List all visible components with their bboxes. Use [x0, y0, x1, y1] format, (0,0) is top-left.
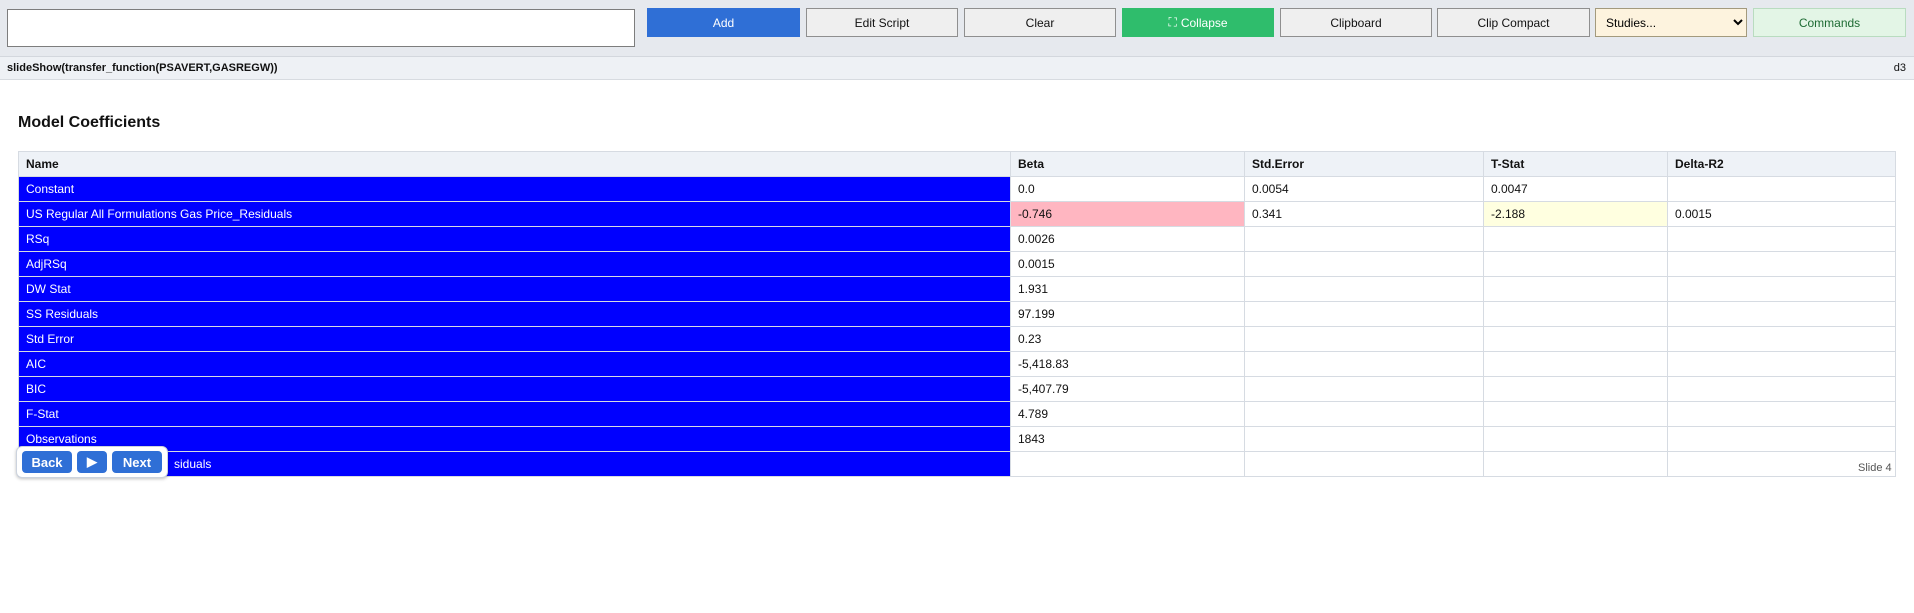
clear-button[interactable]: Clear — [964, 8, 1116, 37]
header-beta: Beta — [1010, 151, 1245, 177]
row-name-cell: DW Stat — [18, 276, 1011, 302]
delta-r2-cell — [1667, 226, 1896, 252]
edit-script-button[interactable]: Edit Script — [806, 8, 958, 37]
beta-cell: 0.23 — [1010, 326, 1245, 352]
table-row: AdjRSq 0.0015 — [18, 251, 1896, 277]
std-error-cell — [1244, 376, 1484, 402]
collapse-button[interactable]: ⛶ Collapse — [1122, 8, 1274, 37]
row-name-cell: SS Residuals — [18, 301, 1011, 327]
row-name-cell: Constant — [18, 176, 1011, 202]
delta-r2-cell — [1667, 401, 1896, 427]
collapse-arrows-icon: ⛶ — [1168, 15, 1177, 29]
row-name-cell: BIC — [18, 376, 1011, 402]
std-error-cell: 0.341 — [1244, 201, 1484, 227]
table-row: Constant 0.0 0.0054 0.0047 — [18, 176, 1896, 202]
play-button[interactable]: ▶ — [77, 451, 107, 473]
t-stat-cell — [1483, 251, 1668, 277]
row-name-cell: AIC — [18, 351, 1011, 377]
t-stat-cell: -2.188 — [1483, 201, 1668, 227]
header-std-error: Std.Error — [1244, 151, 1484, 177]
script-id: d3 — [1893, 62, 1906, 74]
row-name-cell: RSq — [18, 226, 1011, 252]
delta-r2-cell — [1667, 376, 1896, 402]
studies-select[interactable]: Studies... — [1595, 8, 1747, 37]
script-bar: slideShow(transfer_function(PSAVERT,GASR… — [0, 57, 1914, 80]
row-name-cell: US Regular All Formulations Gas Price_Re… — [18, 201, 1011, 227]
next-button[interactable]: Next — [112, 451, 162, 473]
std-error-cell — [1244, 401, 1484, 427]
header-name: Name — [18, 151, 1011, 177]
commands-button[interactable]: Commands — [1753, 8, 1906, 37]
delta-r2-cell — [1667, 251, 1896, 277]
clipboard-button[interactable]: Clipboard — [1280, 8, 1432, 37]
delta-r2-cell — [1667, 276, 1896, 302]
beta-cell: 0.0 — [1010, 176, 1245, 202]
table-header-row: Name Beta Std.Error T-Stat Delta-R2 — [18, 151, 1896, 177]
collapse-label: Collapse — [1180, 15, 1228, 30]
std-error-cell — [1244, 301, 1484, 327]
coefficients-table: Name Beta Std.Error T-Stat Delta-R2 Cons… — [18, 151, 1896, 477]
beta-cell: -5,407.79 — [1010, 376, 1245, 402]
beta-cell: 97.199 — [1010, 301, 1245, 327]
table-row: DW Stat 1.931 — [18, 276, 1896, 302]
t-stat-cell — [1483, 451, 1668, 477]
beta-cell: -5,418.83 — [1010, 351, 1245, 377]
table-row: AIC -5,418.83 — [18, 351, 1896, 377]
t-stat-cell: 0.0047 — [1483, 176, 1668, 202]
t-stat-cell — [1483, 351, 1668, 377]
t-stat-cell — [1483, 426, 1668, 452]
back-button[interactable]: Back — [22, 451, 72, 473]
clip-compact-button[interactable]: Clip Compact — [1437, 8, 1590, 37]
slide-nav: Back ▶ Next — [16, 446, 168, 478]
table-row: F-Stat 4.789 — [18, 401, 1896, 427]
t-stat-cell — [1483, 301, 1668, 327]
row-name-cell: Observations — [18, 426, 1011, 452]
table-row: RSq 0.0026 — [18, 226, 1896, 252]
header-delta-r2: Delta-R2 — [1667, 151, 1896, 177]
beta-cell: 0.0026 — [1010, 226, 1245, 252]
script-text: slideShow(transfer_function(PSAVERT,GASR… — [7, 62, 278, 74]
t-stat-cell — [1483, 401, 1668, 427]
std-error-cell — [1244, 451, 1484, 477]
row-name-cell: Std Error — [18, 326, 1011, 352]
table-row: US Regular All Formulations Gas Price_Re… — [18, 201, 1896, 227]
t-stat-cell — [1483, 276, 1668, 302]
std-error-cell — [1244, 326, 1484, 352]
beta-cell: 4.789 — [1010, 401, 1245, 427]
slide-label: Slide 4 — [1858, 462, 1892, 474]
delta-r2-cell — [1667, 301, 1896, 327]
t-stat-cell — [1483, 326, 1668, 352]
delta-r2-cell — [1667, 176, 1896, 202]
std-error-cell — [1244, 426, 1484, 452]
std-error-cell — [1244, 226, 1484, 252]
t-stat-cell — [1483, 376, 1668, 402]
std-error-cell — [1244, 351, 1484, 377]
play-icon: ▶ — [87, 454, 97, 469]
toolbar: Add Edit Script Clear ⛶ Collapse Clipboa… — [0, 0, 1914, 57]
beta-cell: 1.931 — [1010, 276, 1245, 302]
row-name-cell: F-Stat — [18, 401, 1011, 427]
row-name-cell: AdjRSq — [18, 251, 1011, 277]
std-error-cell — [1244, 251, 1484, 277]
table-row: SS Residuals 97.199 — [18, 301, 1896, 327]
command-input[interactable] — [7, 9, 635, 47]
std-error-cell: 0.0054 — [1244, 176, 1484, 202]
beta-cell: 0.0015 — [1010, 251, 1245, 277]
table-row: Std Error 0.23 — [18, 326, 1896, 352]
t-stat-cell — [1483, 226, 1668, 252]
delta-r2-cell — [1667, 426, 1896, 452]
table-row: Observations 1843 — [18, 426, 1896, 452]
table-row: siduals — [18, 451, 1896, 477]
delta-r2-cell: 0.0015 — [1667, 201, 1896, 227]
std-error-cell — [1244, 276, 1484, 302]
beta-cell: 1843 — [1010, 426, 1245, 452]
table-row: BIC -5,407.79 — [18, 376, 1896, 402]
add-button[interactable]: Add — [647, 8, 800, 37]
header-t-stat: T-Stat — [1483, 151, 1668, 177]
delta-r2-cell — [1667, 351, 1896, 377]
beta-cell: -0.746 — [1010, 201, 1245, 227]
section-title: Model Coefficients — [18, 114, 161, 131]
beta-cell — [1010, 451, 1245, 477]
delta-r2-cell — [1667, 326, 1896, 352]
